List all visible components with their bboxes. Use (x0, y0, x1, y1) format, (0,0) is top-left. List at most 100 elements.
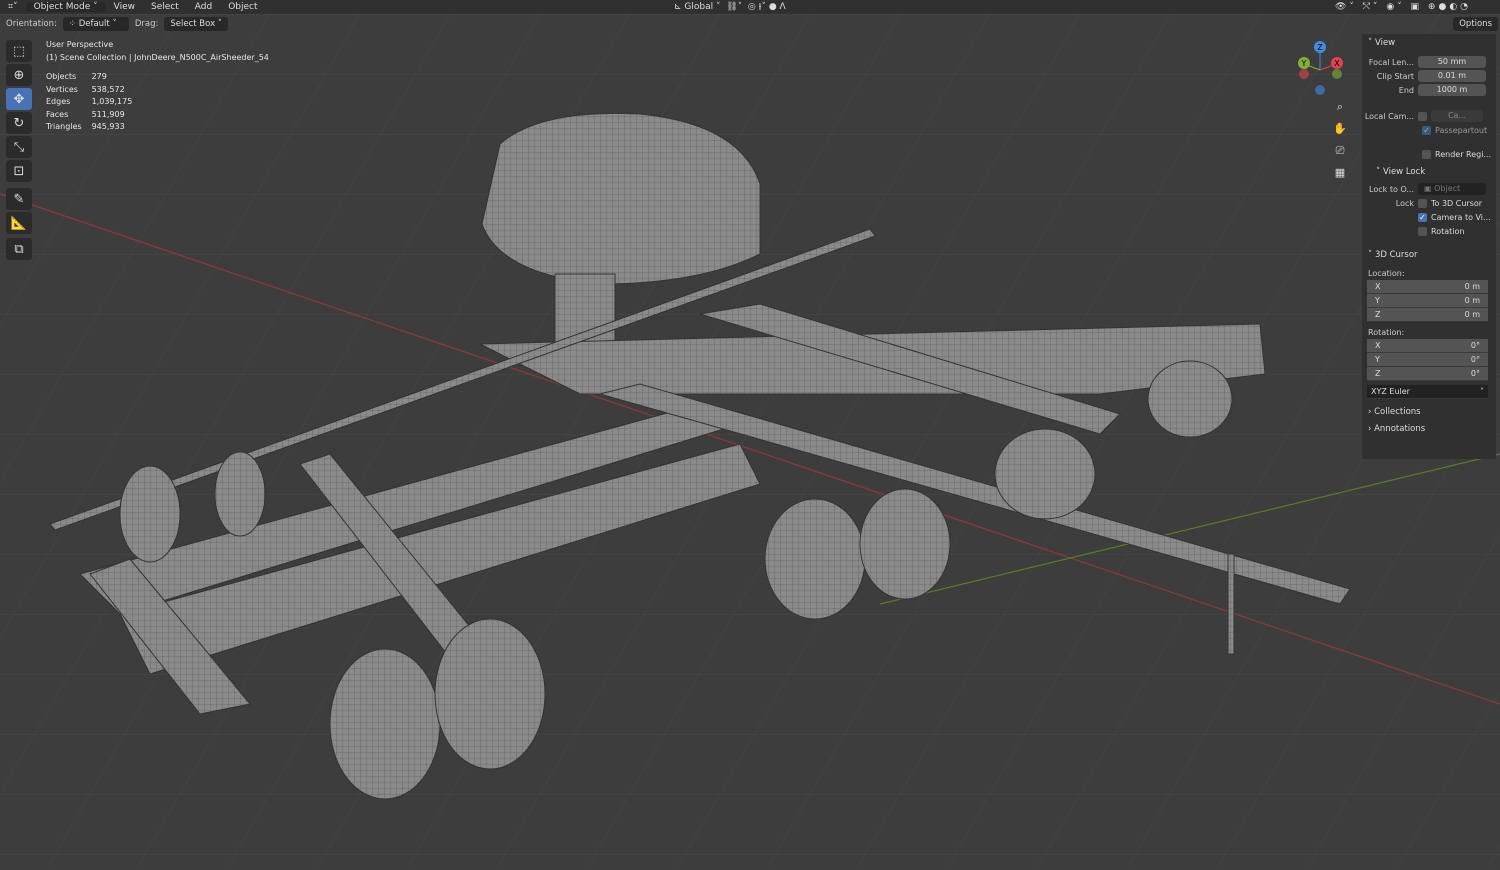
passepartout-label: Passepartout (1435, 125, 1488, 135)
cursor-rotation-x[interactable]: X 0° (1367, 339, 1488, 353)
3d-cursor-section-header[interactable]: ˅ 3D Cursor (1362, 246, 1496, 263)
stat-value: 511,909 (91, 109, 125, 119)
cursor-rotation-z[interactable]: Z 0° (1367, 367, 1488, 381)
rotation-mode-value: XYZ Euler (1371, 387, 1410, 396)
stat-row: Objects 279 (46, 71, 142, 84)
render-region-label: Render Regi... (1435, 149, 1492, 159)
scale-icon[interactable]: ⤡ (6, 136, 32, 158)
section-title: Annotations (1374, 423, 1426, 434)
stat-row: Faces 511,909 (46, 109, 142, 122)
mode-selector[interactable]: Object Mode ˅ (25, 2, 106, 12)
mode-label: Object Mode (33, 2, 91, 12)
orientation-dropdown[interactable]: ⁘ Default ˅ (62, 17, 129, 31)
render-region-checkbox[interactable] (1422, 149, 1431, 159)
select-box-icon[interactable]: ⬚ (6, 40, 32, 62)
focal-length-label: Focal Len... (1368, 57, 1414, 67)
stat-value: 945,933 (91, 122, 125, 131)
lock-to-object-label: Lock to O... (1369, 184, 1414, 194)
navigation-gizmo[interactable]: Z X Y (1296, 40, 1346, 100)
axis-value: 0° (1470, 355, 1480, 364)
rotation-label: Rotation: (1368, 328, 1405, 337)
perspective-grid-icon[interactable]: ▦ (1331, 164, 1349, 182)
drag-value: Select Box (170, 19, 216, 29)
chevron-down-icon: ˅ (1480, 387, 1484, 396)
gizmo-x[interactable]: X (1334, 59, 1340, 68)
cursor-location-y[interactable]: Y 0 m (1367, 294, 1488, 308)
lock-to-object-field[interactable]: ▣ Object (1418, 183, 1486, 195)
stat-value: 279 (91, 72, 107, 81)
clip-end-field[interactable]: 1000 m (1418, 84, 1486, 96)
local-camera-label: Local Cam... (1364, 111, 1414, 121)
menu-object[interactable]: Object (220, 2, 265, 12)
view-section-header[interactable]: ˅ View (1362, 34, 1496, 51)
viewport-info: User Perspective (1) Scene Collection | … (46, 39, 269, 134)
grid-floor (0, 14, 1500, 867)
3d-viewport[interactable] (0, 14, 1500, 867)
sidebar-n-panel: ˅ View Focal Len... 50 mm Clip Start 0.01 … (1362, 34, 1496, 459)
stats-table: Objects 279 Vertices 538,572 Edges 1,039,17… (46, 71, 142, 134)
gizmo-z[interactable]: Z (1317, 43, 1323, 52)
passepartout-checkbox[interactable]: ✓ (1422, 125, 1431, 135)
stat-key: Triangles (46, 122, 82, 131)
pan-hand-icon[interactable]: ✋ (1331, 120, 1349, 138)
menu-add[interactable]: Add (187, 2, 220, 12)
local-camera-checkbox[interactable] (1418, 111, 1427, 121)
axis-label: Z (1375, 369, 1381, 378)
stat-row: Triangles 945,933 (46, 121, 142, 134)
transform-icon[interactable]: ⊡ (6, 160, 32, 182)
lock-to-object-value: Object (1434, 184, 1461, 193)
annotations-section-header[interactable]: › Annotations (1362, 420, 1496, 437)
annotate-icon[interactable]: ✎ (6, 188, 32, 210)
stat-key: Vertices (46, 84, 78, 94)
stat-key: Faces (46, 109, 69, 119)
tool-settings-bar: Orientation: ⁘ Default ˅ Drag: Select Bo… (0, 14, 1500, 34)
stat-value: 1,039,175 (91, 97, 133, 106)
rotation-lock-label: Rotation (1431, 226, 1465, 236)
move-icon[interactable]: ✥ (6, 88, 32, 110)
axis-label: X (1375, 341, 1381, 350)
add-cube-icon[interactable]: ⧉ (6, 238, 32, 260)
camera-to-view-checkbox[interactable]: ✓ (1418, 212, 1427, 222)
stat-row: Vertices 538,572 (46, 84, 142, 97)
clip-start-field[interactable]: 0.01 m (1418, 70, 1486, 82)
axis-label: Y (1375, 296, 1380, 305)
stat-key: Objects (46, 72, 77, 81)
axis-label: X (1375, 282, 1381, 291)
shading-buttons[interactable]: 👁˅ ⤲˅ ◉˅ ▣ ⊕●◐◔ (1335, 2, 1471, 12)
section-title: View Lock (1382, 166, 1426, 177)
cursor-rotation-y[interactable]: Y 0° (1367, 353, 1488, 367)
viewport-header: ⌗˅ Object Mode ˅ View Select Add Object … (0, 0, 1500, 14)
section-title: View (1374, 37, 1396, 48)
collection-label: (1) Scene Collection | JohnDeere_N500C_A… (46, 52, 269, 62)
options-button[interactable]: Options (1453, 17, 1498, 31)
rotation-lock-checkbox[interactable] (1418, 226, 1427, 236)
to-3d-cursor-checkbox[interactable] (1418, 198, 1427, 208)
measure-icon[interactable]: 📐 (6, 212, 32, 234)
local-camera-field[interactable]: Ca... (1431, 110, 1483, 122)
collections-section-header[interactable]: › Collections (1362, 403, 1496, 420)
gizmo-y[interactable]: Y (1301, 59, 1307, 68)
menu-view[interactable]: View (106, 2, 143, 12)
transform-label: Global (684, 2, 714, 12)
zoom-icon[interactable]: ⌕ (1331, 98, 1349, 116)
orientation-label: Orientation: (6, 19, 57, 29)
editor-type-icon[interactable]: ⌗˅ (0, 2, 26, 12)
axis-value: 0° (1470, 369, 1480, 378)
transform-orientation[interactable]: ⊾ Global ˅ ⛓˅ ◎ ⫲˅ ● Λ (674, 2, 786, 12)
drag-label: Drag: (134, 19, 159, 29)
rotate-icon[interactable]: ↻ (6, 112, 32, 134)
section-title: 3D Cursor (1374, 249, 1418, 260)
axis-label: Z (1375, 310, 1381, 319)
rotation-mode-dropdown[interactable]: XYZ Euler ˅ (1367, 385, 1488, 399)
camera-icon[interactable]: ⎚ (1331, 142, 1349, 160)
stat-row: Edges 1,039,175 (46, 96, 142, 109)
view-lock-section-header[interactable]: ˅ View Lock (1362, 163, 1496, 180)
lock-label: Lock (1395, 198, 1414, 208)
cursor-location-x[interactable]: X 0 m (1367, 280, 1488, 294)
cursor-icon[interactable]: ⊕ (6, 64, 32, 86)
focal-length-field[interactable]: 50 mm (1418, 56, 1486, 68)
axis-value: 0° (1470, 341, 1480, 350)
menu-select[interactable]: Select (143, 2, 187, 12)
cursor-location-z[interactable]: Z 0 m (1367, 308, 1488, 322)
drag-dropdown[interactable]: Select Box ˅ (164, 17, 229, 31)
